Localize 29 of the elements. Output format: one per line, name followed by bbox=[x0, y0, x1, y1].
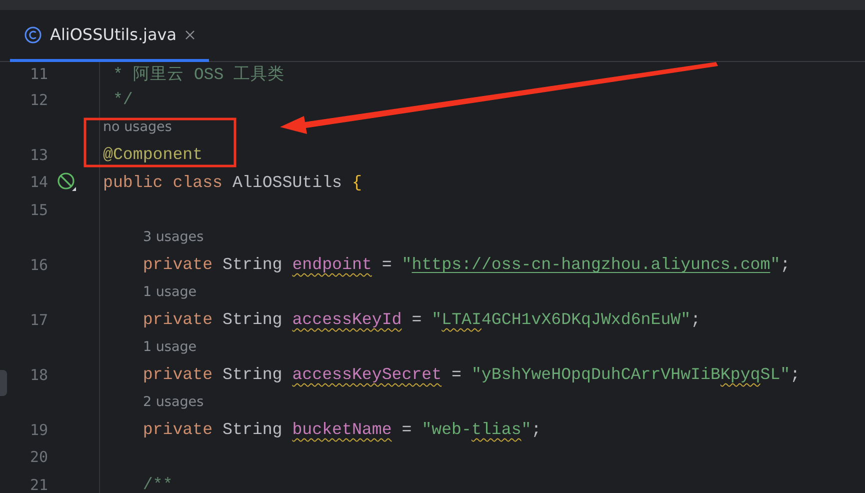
code-line: private String bucketName = "web-tlias"; bbox=[142, 420, 542, 440]
code-line: private String endpoint = "https://oss-cn-hangzhou.aliyuncs.com"; bbox=[142, 255, 790, 274]
line-number: 18 bbox=[28, 366, 48, 384]
line-number: 15 bbox=[28, 200, 48, 219]
code-line: public class AliOSSUtils { bbox=[103, 172, 362, 192]
usages-hint[interactable]: 3 usages bbox=[143, 229, 204, 246]
line-number: 20 bbox=[28, 448, 48, 466]
line-number: 13 bbox=[28, 146, 48, 164]
usages-hint[interactable]: 2 usages bbox=[143, 394, 204, 410]
usages-hint[interactable]: 1 usage bbox=[143, 284, 197, 300]
code-line: * 阿里云 OSS 工具类 bbox=[112, 64, 285, 85]
code-line: private String accessKeyId = "LTAI4GCH1vX6DKqJWxd6nEuW"; bbox=[142, 310, 701, 330]
usages-hint[interactable]: 1 usage bbox=[143, 339, 197, 356]
close-icon[interactable] bbox=[184, 30, 195, 40]
code-line: @Component bbox=[103, 145, 203, 164]
line-number: 21 bbox=[28, 476, 48, 493]
line-number: 16 bbox=[28, 256, 48, 274]
code-line: */ bbox=[112, 90, 133, 110]
code-line: /** bbox=[142, 475, 173, 493]
line-number: 12 bbox=[28, 90, 48, 109]
line-number: 11 bbox=[28, 65, 48, 83]
line-number: 14 bbox=[28, 173, 48, 192]
class-file-icon bbox=[24, 26, 42, 44]
usages-hint[interactable]: no usages bbox=[103, 119, 172, 136]
line-number: 19 bbox=[28, 420, 48, 439]
bean-gutter-icon[interactable] bbox=[57, 172, 77, 192]
code-line: private String accessKeySecret = "yBshYweHOpqDuhCArrVHwIiBKpyqSL"; bbox=[142, 365, 800, 384]
scroll-handle[interactable] bbox=[0, 370, 7, 396]
line-number: 17 bbox=[28, 310, 48, 329]
